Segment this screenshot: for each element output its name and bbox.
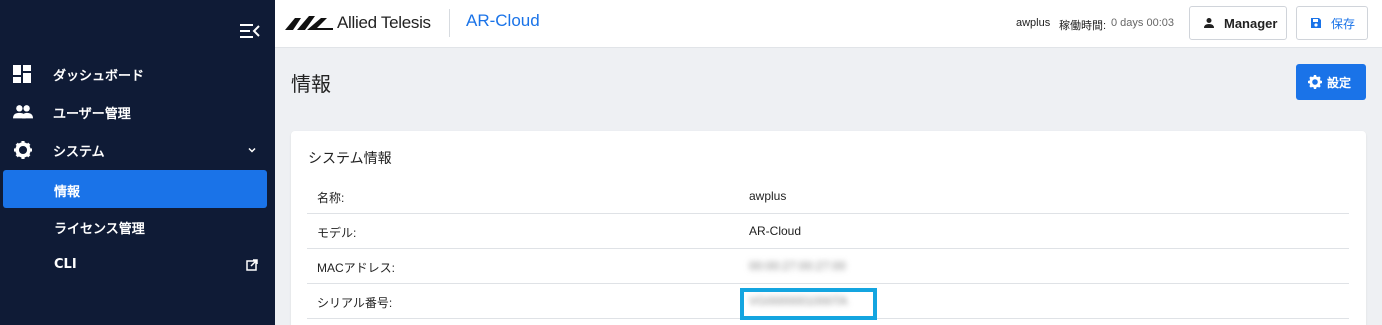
sidebar-subitem-label: CLI: [54, 257, 77, 272]
settings-button-label: 設定: [1327, 75, 1352, 90]
sidebar-subitem-info[interactable]: 情報: [3, 170, 267, 208]
sidebar-item-dashboard[interactable]: ダッシュボード: [0, 55, 275, 93]
current-user: awplus: [1016, 17, 1051, 29]
row-value: 00:00:27:00:27:00: [749, 259, 846, 273]
sidebar-subitem-license[interactable]: ライセンス管理: [3, 207, 267, 245]
manager-button-label: Manager: [1224, 15, 1278, 31]
collapse-sidebar-icon[interactable]: [240, 23, 260, 39]
sidebar-item-label: システム: [53, 144, 105, 160]
sidebar-item-label: ユーザー管理: [53, 106, 131, 122]
table-row: MACアドレス: 00:00:27:00:27:00: [307, 249, 1349, 284]
sidebar-subitem-cli[interactable]: CLI: [3, 246, 267, 284]
header-divider: [449, 9, 450, 37]
top-header: Allied Telesis AR-Cloud awplus 稼働時間: 0 d…: [275, 0, 1382, 48]
sidebar-subitem-label: ライセンス管理: [54, 222, 145, 237]
sidebar-item-users[interactable]: ユーザー管理: [0, 93, 275, 131]
gear-icon: [14, 141, 32, 159]
users-icon: [13, 105, 33, 119]
page-title: 情報: [291, 72, 331, 96]
table-row: 名称: awplus: [307, 179, 1349, 214]
table-row: モデル: AR-Cloud: [307, 214, 1349, 249]
card-title: システム情報: [308, 151, 392, 167]
settings-button[interactable]: 設定: [1296, 64, 1366, 100]
sidebar-item-label: ダッシュボード: [53, 68, 145, 84]
save-button-label: 保存: [1331, 16, 1356, 31]
row-key: モデル:: [317, 226, 357, 240]
row-value: AR-Cloud: [749, 224, 802, 238]
user-icon: [1204, 18, 1214, 28]
dashboard-icon: [13, 65, 31, 83]
external-link-icon: [246, 259, 258, 271]
sidebar-subitem-label: 情報: [54, 185, 81, 200]
row-value: awplus: [749, 189, 787, 203]
gear-icon: [1308, 75, 1322, 89]
save-button[interactable]: 保存: [1296, 6, 1368, 40]
row-key: シリアル番号:: [317, 296, 393, 310]
sidebar-item-system[interactable]: システム: [0, 131, 275, 169]
chevron-down-icon: [248, 147, 256, 153]
sidebar: ダッシュボード ユーザー管理 システム 情報 ライセンス管理 CLI: [0, 0, 275, 325]
app-title: AR-Cloud: [466, 11, 540, 30]
serial-number-highlight: [740, 288, 877, 320]
brand-name: Allied Telesis: [337, 13, 431, 32]
brand-logo[interactable]: Allied Telesis: [285, 12, 435, 34]
manager-button[interactable]: Manager: [1189, 6, 1287, 40]
row-key: MACアドレス:: [317, 261, 396, 275]
uptime-label: 稼働時間:: [1059, 20, 1107, 32]
uptime-value: 0 days 00:03: [1111, 17, 1174, 29]
allied-telesis-logo-icon: [285, 16, 333, 30]
save-icon: [1311, 18, 1321, 28]
row-key: 名称:: [317, 191, 345, 205]
